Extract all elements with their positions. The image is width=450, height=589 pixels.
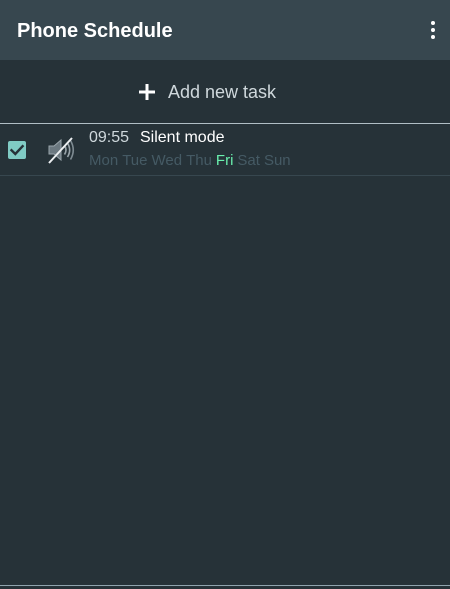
plus-icon bbox=[139, 84, 155, 100]
day-sat: Sat bbox=[237, 152, 260, 169]
app-title: Phone Schedule bbox=[17, 20, 173, 42]
divider bbox=[0, 585, 450, 586]
speaker-muted-icon[interactable] bbox=[44, 135, 76, 165]
app-bar: Phone Schedule bbox=[0, 0, 450, 60]
day-tue: Tue bbox=[122, 152, 148, 169]
weekday-list: Mon Tue Wed Thu Fri Sat Sun bbox=[89, 151, 291, 170]
day-thu: Thu bbox=[186, 152, 212, 169]
task-row[interactable]: 09:55 Silent mode Mon Tue Wed Thu Fri Sa… bbox=[0, 124, 450, 175]
day-mon: Mon bbox=[89, 152, 119, 169]
divider bbox=[0, 175, 450, 176]
day-sun: Sun bbox=[263, 152, 291, 169]
add-new-task-label: Add new task bbox=[168, 81, 277, 102]
more-vert-icon[interactable] bbox=[426, 16, 440, 44]
day-fri: Fri bbox=[215, 152, 234, 169]
task-time: 09:55 bbox=[89, 129, 130, 146]
task-title: Silent mode bbox=[140, 129, 225, 146]
task-enabled-checkbox[interactable] bbox=[8, 141, 26, 159]
add-new-task-button[interactable]: Add new task bbox=[0, 60, 450, 123]
day-wed: Wed bbox=[151, 152, 183, 169]
check-icon bbox=[9, 144, 25, 156]
